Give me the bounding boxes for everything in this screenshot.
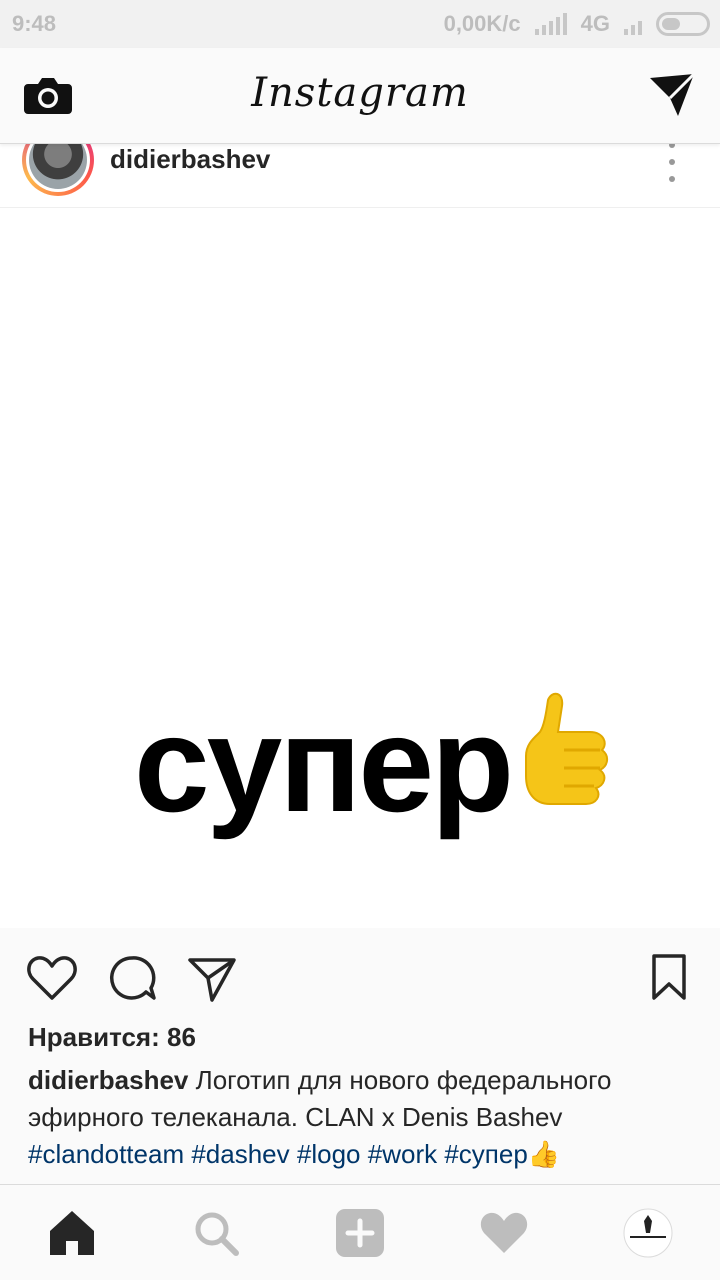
caption-text-line2: эфирного телеканала. CLAN x Denis Bashev <box>28 1102 563 1132</box>
hashtag[interactable]: #dashev <box>191 1139 289 1169</box>
caption-username[interactable]: didierbashev <box>28 1065 188 1095</box>
like-heart-icon[interactable] <box>26 952 78 1004</box>
post-actions <box>0 928 720 1024</box>
post-image[interactable]: супер <box>0 208 720 928</box>
hashtag[interactable]: #work <box>368 1139 437 1169</box>
status-bar: 9:48 0,00K/c 4G <box>0 0 720 48</box>
status-indicators: 0,00K/c 4G <box>444 11 710 37</box>
thumbs-up-emoji <box>525 692 608 805</box>
hashtag[interactable]: #супер <box>444 1139 527 1169</box>
status-time: 9:48 <box>12 11 57 36</box>
share-icon[interactable] <box>186 952 238 1004</box>
hashtag[interactable]: #logo <box>297 1139 361 1169</box>
signal-2-icon <box>624 13 642 35</box>
search-icon[interactable] <box>190 1207 242 1259</box>
home-icon[interactable] <box>46 1207 98 1259</box>
net-speed: 0,00K/c <box>443 11 521 36</box>
more-options-icon[interactable] <box>662 142 682 182</box>
likes-count[interactable]: Нравится: 86 <box>28 1022 196 1053</box>
bottom-navigation <box>0 1184 720 1280</box>
post-username[interactable]: didierbashev <box>110 144 270 175</box>
instagram-logo: Instagram <box>251 70 469 116</box>
network-type: 4G <box>580 11 610 36</box>
post-caption: didierbashev Логотип для нового федераль… <box>28 1062 698 1173</box>
signal-icon <box>534 13 567 35</box>
bookmark-icon[interactable] <box>644 952 696 1004</box>
image-text: супер <box>134 688 514 840</box>
caption-emoji: 👍 <box>527 1139 561 1169</box>
comment-icon[interactable] <box>106 952 158 1004</box>
activity-heart-icon[interactable] <box>478 1207 530 1259</box>
post-header: didierbashev <box>0 124 720 208</box>
caption-text-line1: Логотип для нового федерального <box>188 1065 612 1095</box>
app-header: Instagram <box>0 48 720 144</box>
profile-avatar-icon[interactable] <box>622 1207 674 1259</box>
hashtag[interactable]: #clandotteam <box>28 1139 184 1169</box>
battery-icon <box>656 12 710 36</box>
add-post-icon[interactable] <box>334 1207 386 1259</box>
direct-message-icon[interactable] <box>648 72 696 118</box>
